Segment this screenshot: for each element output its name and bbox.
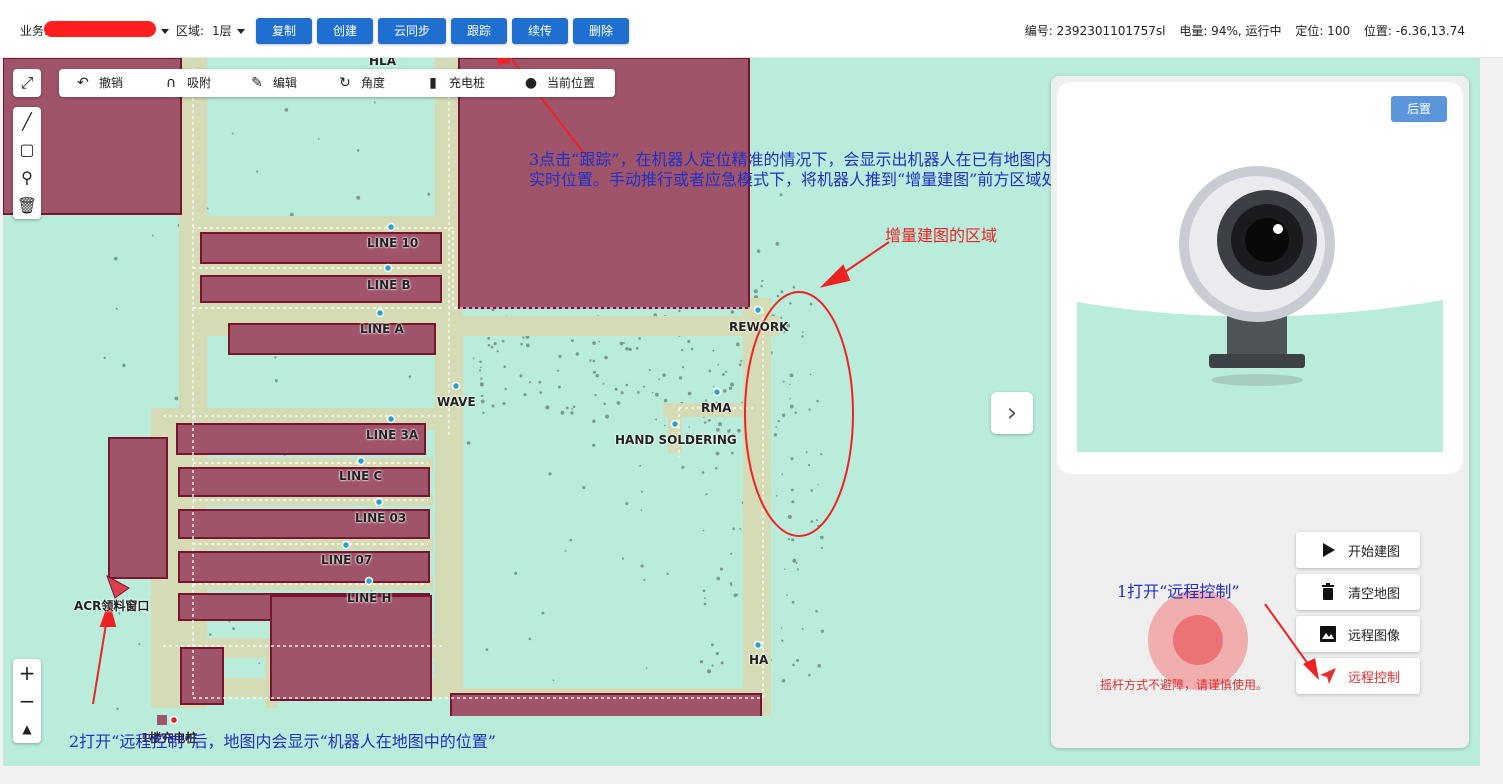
- cloud-sync-button[interactable]: 云同步: [378, 18, 446, 44]
- create-button[interactable]: 创建: [317, 18, 373, 44]
- rotate-icon: ↻: [339, 75, 351, 91]
- label-line07: LINE 07: [321, 553, 373, 567]
- robot-status: 编号: 2392301101757sl 电量: 94%, 运行中 定位: 100…: [1015, 22, 1465, 39]
- label-rma: RMA: [701, 401, 732, 415]
- resume-button[interactable]: 续传: [512, 18, 568, 44]
- rear-camera-button[interactable]: 后置: [1391, 96, 1447, 122]
- undo-icon: ↶: [77, 75, 89, 91]
- polygon-tool-icon[interactable]: ▢: [13, 135, 41, 163]
- fullscreen-control[interactable]: ⤢: [13, 69, 41, 97]
- delete-button[interactable]: 删除: [573, 18, 629, 44]
- zone-select[interactable]: 1层: [212, 22, 232, 39]
- undo-label: 撤销: [99, 76, 124, 90]
- label-lineh: LINE H: [347, 591, 392, 605]
- zone-label: 区域:: [176, 24, 205, 38]
- label-acr: ACR领料窗口: [74, 599, 150, 613]
- edit-label: 编辑: [273, 76, 298, 90]
- robot-position: 位置: -6.36,13.74: [1363, 24, 1465, 38]
- annotation-step1: 1打开“远程控制”: [1117, 582, 1240, 601]
- pencil-icon: ✎: [251, 75, 263, 91]
- label-wave: WAVE: [437, 395, 476, 409]
- business-chevron-down-icon[interactable]: [161, 29, 169, 34]
- zone-chevron-down-icon[interactable]: [237, 29, 245, 34]
- draw-controls: ╱ ▢ ⚲ 🗑: [13, 107, 41, 219]
- current-position-label: 当前位置: [547, 76, 596, 90]
- clear-map-label: 清空地图: [1348, 587, 1401, 602]
- label-linec: LINE C: [339, 469, 383, 483]
- start-mapping-button[interactable]: 开始建图: [1296, 532, 1420, 568]
- label-ha: HA: [749, 653, 769, 667]
- start-mapping-label: 开始建图: [1348, 545, 1401, 560]
- remote-control-label: 远程控制: [1348, 671, 1401, 686]
- annotation-step3-line2: 实时位置。手动推行或者应急模式下，将机器人推到“增量建图”前方区域处: [529, 170, 1058, 189]
- joystick[interactable]: [1148, 590, 1248, 690]
- charger-dot: [169, 715, 179, 725]
- camera-view: 后置: [1057, 82, 1463, 474]
- label-rework: REWORK: [729, 320, 789, 334]
- label-lineb: LINE B: [367, 278, 411, 292]
- charger-label: 充电桩: [449, 76, 486, 90]
- angle-label: 角度: [361, 76, 386, 90]
- annotation-step2: 2打开“远程控制”后，地图内会显示“机器人在地图中的位置”: [69, 732, 496, 751]
- map-toolbar: ↶ 撤销 ∩ 吸附 ✎ 编辑 ↻ 角度 ▮ 充电桩 ● 当前位置: [59, 69, 615, 97]
- angle-tool[interactable]: ↻ 角度: [335, 69, 385, 97]
- label-hla: HLA: [369, 58, 396, 68]
- label-line3a: LINE 3A: [366, 428, 419, 442]
- pin-tool-icon[interactable]: ⚲: [13, 163, 41, 191]
- label-hand-soldering: HAND SOLDERING: [615, 433, 737, 447]
- remote-panel: 后置 开始建图 清空地图 远程图像 远程控制 摇杆方式不避障，请谨慎使用。 1打…: [1051, 76, 1469, 748]
- edit-tool[interactable]: ✎ 编辑: [247, 69, 297, 97]
- annotation-step3-line1: 3点击“跟踪”，在机器人定位精准的情况下，会显示出机器人在已有地图内: [529, 150, 1052, 169]
- annotation-step3: 3点击“跟踪”，在机器人定位精准的情况下，会显示出机器人在已有地图内 实时位置。…: [529, 150, 1057, 190]
- label-line03: LINE 03: [355, 511, 407, 525]
- webcam-icon: [1077, 166, 1443, 452]
- annotation-incremental-area: 增量建图的区域: [885, 226, 998, 245]
- battery-status: 电量: 94%, 运行中: [1179, 24, 1282, 38]
- charger-box: [157, 715, 167, 725]
- robot-id: 编号: 2392301101757sl: [1024, 24, 1166, 38]
- zoom-out-icon[interactable]: −: [13, 687, 41, 715]
- snap-label: 吸附: [187, 76, 212, 90]
- charger-tool[interactable]: ▮ 充电桩: [423, 69, 485, 97]
- track-button[interactable]: 跟踪: [451, 18, 507, 44]
- magnet-icon: ∩: [165, 75, 177, 91]
- remote-image-label: 远程图像: [1348, 629, 1401, 644]
- play-icon: [1323, 543, 1335, 557]
- localization-score: 定位: 100: [1295, 24, 1351, 38]
- zoom-in-icon[interactable]: +: [13, 659, 41, 687]
- battery-icon: ▮: [429, 75, 437, 91]
- label-line10: LINE 10: [367, 236, 419, 250]
- joystick-warning: 摇杆方式不避障，请谨慎使用。: [1100, 678, 1269, 692]
- trash-tool-icon[interactable]: 🗑: [13, 191, 41, 219]
- undo-tool[interactable]: ↶ 撤销: [73, 69, 123, 97]
- joystick-knob[interactable]: [1173, 615, 1223, 665]
- snap-tool[interactable]: ∩ 吸附: [161, 69, 211, 97]
- copy-button[interactable]: 复制: [256, 18, 312, 44]
- robot-position-marker: [106, 574, 130, 599]
- current-position-tool[interactable]: ● 当前位置: [521, 69, 595, 97]
- chevron-right-icon[interactable]: ›: [991, 392, 1033, 434]
- annotation-arrow-step1: [1264, 603, 1319, 680]
- zoom-controls: + − ▲: [13, 659, 41, 743]
- line-tool-icon[interactable]: ╱: [13, 107, 41, 135]
- compass-icon[interactable]: ▲: [13, 715, 41, 743]
- label-linea: LINE A: [360, 322, 404, 336]
- expand-icon[interactable]: ⤢: [13, 69, 41, 97]
- top-bar: 业务: 区域: 1层 复制 创建 云同步 跟踪 续传 删除 编号: 239230…: [0, 0, 1503, 58]
- location-icon: ●: [524, 75, 538, 91]
- business-value-redacted[interactable]: [44, 21, 156, 37]
